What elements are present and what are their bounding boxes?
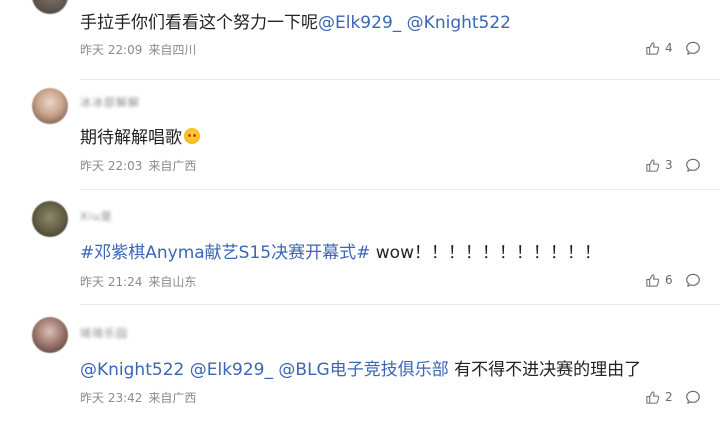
hashtag-link[interactable]: #邓紫棋Anyma献艺S15决赛开幕式# xyxy=(80,243,370,263)
like-count: 4 xyxy=(665,41,673,55)
thumbs-up-icon xyxy=(646,390,660,404)
mention-link[interactable]: @BLG电子竞技俱乐部 xyxy=(278,360,448,380)
comment-bubble-icon[interactable] xyxy=(685,272,701,288)
comment-location: 来自四川 xyxy=(148,43,197,57)
thumbs-up-icon xyxy=(646,41,660,55)
like-button[interactable]: 2 xyxy=(645,389,673,405)
comment-location: 来自广西 xyxy=(148,159,197,173)
comment-time: 昨天 22:09 xyxy=(80,43,143,57)
comment-text: @Knight522 @Elk929_ @BLG电子竞技俱乐部 有不得不进决赛的… xyxy=(80,355,641,380)
avatar[interactable] xyxy=(32,317,68,353)
face-emoji-icon xyxy=(184,128,200,144)
comment-location: 来自广西 xyxy=(148,391,197,405)
comment-text: #邓紫棋Anyma献艺S15决赛开幕式# wow！！！！！！！！！！！ xyxy=(80,238,601,263)
mention-link[interactable]: @Knight522 xyxy=(80,360,184,380)
comment-text-content: wow！！！！！！！！！！！ xyxy=(370,243,601,263)
comment-location: 来自山东 xyxy=(148,275,197,289)
comment-item: Xiu是 #邓紫棋Anyma献艺S15决赛开幕式# wow！！！！！！！！！！！… xyxy=(0,190,720,305)
mention-link[interactable]: @Knight522 xyxy=(407,13,511,33)
like-count: 2 xyxy=(665,390,673,404)
comment-bubble-icon[interactable] xyxy=(685,40,701,56)
comment-item: 冰冰部解解 期待解解唱歌 昨天 22:03 来自广西 3 xyxy=(0,80,720,190)
thumbs-up-icon xyxy=(646,158,660,172)
comment-text-content: 期待解解唱歌 xyxy=(80,128,182,148)
username[interactable]: Xiu是 xyxy=(80,208,113,224)
comment-meta: 昨天 23:42 来自广西 xyxy=(80,389,196,406)
mention-link[interactable]: @Elk929_ xyxy=(190,360,273,380)
comment-text-content: 有不得不进决赛的理由了 xyxy=(454,360,642,380)
comment-item: 手拉手你们看看这个努力一下呢@Elk929_ @Knight522 昨天 22:… xyxy=(0,0,720,80)
comment-meta: 昨天 22:09 来自四川 xyxy=(80,41,196,58)
comment-meta: 昨天 22:03 来自广西 xyxy=(80,157,196,174)
avatar[interactable] xyxy=(32,0,68,14)
like-button[interactable]: 3 xyxy=(645,157,673,173)
mention-link[interactable]: @Elk929_ xyxy=(318,13,401,33)
comment-item: 琦琦乐园 @Knight522 @Elk929_ @BLG电子竞技俱乐部 有不得… xyxy=(0,305,720,421)
comment-time: 昨天 22:03 xyxy=(80,159,143,173)
like-count: 6 xyxy=(665,273,673,287)
comment-text-content: 手拉手你们看看这个努力一下呢 xyxy=(80,13,318,33)
like-count: 3 xyxy=(665,158,673,172)
thumbs-up-icon xyxy=(646,273,660,287)
comment-bubble-icon[interactable] xyxy=(685,389,701,405)
comment-time: 昨天 23:42 xyxy=(80,391,143,405)
comment-time: 昨天 21:24 xyxy=(80,275,143,289)
comment-text: 手拉手你们看看这个努力一下呢@Elk929_ @Knight522 xyxy=(80,8,511,33)
comment-meta: 昨天 21:24 来自山东 xyxy=(80,273,196,290)
comment-bubble-icon[interactable] xyxy=(685,157,701,173)
comment-text: 期待解解唱歌 xyxy=(80,123,200,148)
like-button[interactable]: 6 xyxy=(645,272,673,288)
avatar[interactable] xyxy=(32,88,68,124)
username[interactable]: 琦琦乐园 xyxy=(80,325,128,341)
like-button[interactable]: 4 xyxy=(645,40,673,56)
username[interactable]: 冰冰部解解 xyxy=(80,94,140,110)
avatar[interactable] xyxy=(32,201,68,237)
